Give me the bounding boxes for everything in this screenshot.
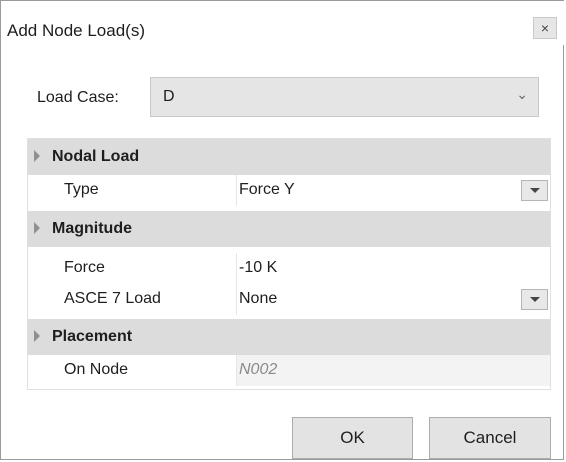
asce7-load-dropdown-button[interactable] bbox=[521, 289, 548, 310]
expand-arrow-icon[interactable] bbox=[34, 222, 40, 234]
property-row-force[interactable]: Force -10 K bbox=[28, 253, 550, 284]
property-row-on-node[interactable]: On Node N002 bbox=[28, 355, 550, 386]
category-label: Magnitude bbox=[52, 220, 132, 237]
category-label: Nodal Load bbox=[52, 148, 140, 165]
load-case-value: D bbox=[163, 88, 175, 105]
property-name: On Node bbox=[64, 361, 129, 378]
on-node-value: N002 bbox=[239, 361, 278, 378]
property-row-type[interactable]: Type Force Y bbox=[28, 175, 550, 206]
force-input[interactable]: -10 K bbox=[236, 253, 550, 284]
force-value: -10 K bbox=[239, 259, 278, 276]
cancel-button[interactable]: Cancel bbox=[429, 417, 551, 459]
load-case-label: Load Case: bbox=[37, 89, 119, 106]
expand-arrow-icon[interactable] bbox=[34, 330, 40, 342]
close-button[interactable]: × bbox=[533, 17, 557, 39]
asce7-load-value: None bbox=[239, 290, 278, 307]
category-placement[interactable]: Placement bbox=[28, 319, 550, 355]
property-grid: Nodal Load Type Force Y Magnitude Force … bbox=[27, 138, 551, 390]
ok-button[interactable]: OK bbox=[292, 417, 413, 459]
type-select[interactable]: Force Y bbox=[236, 175, 550, 206]
dropdown-arrow-icon bbox=[530, 188, 540, 193]
category-magnitude[interactable]: Magnitude bbox=[28, 211, 550, 247]
type-value: Force Y bbox=[239, 181, 295, 198]
category-nodal-load[interactable]: Nodal Load bbox=[28, 139, 550, 175]
add-node-load-dialog: Add Node Load(s) × Load Case: D ⌄ Nodal … bbox=[0, 0, 565, 460]
property-row-asce7-load[interactable]: ASCE 7 Load None bbox=[28, 284, 550, 315]
expand-arrow-icon[interactable] bbox=[34, 150, 40, 162]
dialog-title: Add Node Load(s) bbox=[7, 21, 145, 40]
title-bar: Add Node Load(s) × bbox=[1, 1, 565, 45]
chevron-down-icon: ⌄ bbox=[516, 86, 528, 102]
category-label: Placement bbox=[52, 328, 133, 345]
property-name: Force bbox=[64, 259, 105, 276]
close-icon: × bbox=[540, 20, 550, 36]
property-name: Type bbox=[64, 181, 99, 198]
asce7-load-select[interactable]: None bbox=[236, 284, 550, 315]
dropdown-arrow-icon bbox=[530, 297, 540, 302]
type-dropdown-button[interactable] bbox=[521, 180, 548, 201]
load-case-combobox[interactable]: D ⌄ bbox=[150, 77, 539, 117]
on-node-field: N002 bbox=[236, 355, 550, 386]
property-name: ASCE 7 Load bbox=[64, 290, 161, 307]
